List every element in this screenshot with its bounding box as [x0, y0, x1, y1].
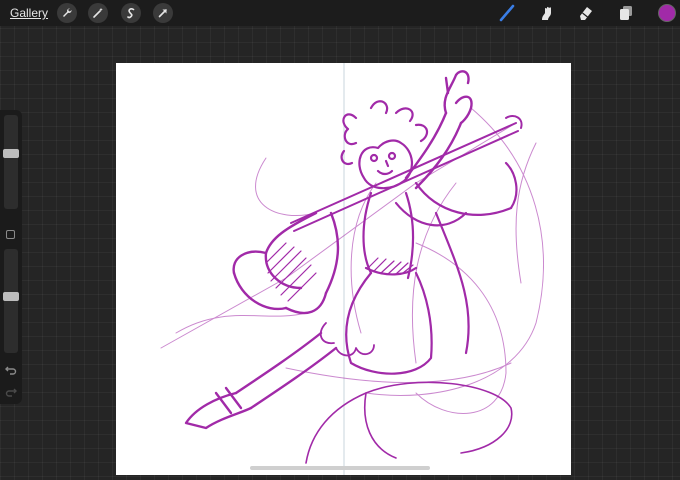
top-toolbar: Gallery: [0, 0, 680, 26]
eraser-icon[interactable]: [576, 4, 596, 22]
modify-button[interactable]: [6, 230, 15, 239]
selection-icon[interactable]: [121, 3, 141, 23]
redo-icon[interactable]: [5, 384, 17, 402]
opacity-slider[interactable]: [3, 249, 19, 353]
opacity-slider-knob[interactable]: [3, 291, 19, 301]
color-picker-button[interactable]: [658, 4, 676, 22]
magic-wand-icon[interactable]: [88, 3, 108, 23]
undo-icon[interactable]: [5, 362, 17, 380]
home-indicator: [250, 466, 430, 470]
drawing-canvas[interactable]: [116, 63, 571, 475]
smudge-icon[interactable]: [537, 4, 557, 22]
left-sidebar: [0, 110, 22, 404]
brush-icon[interactable]: [497, 4, 517, 22]
sketch-artwork: [160, 63, 544, 475]
gallery-button[interactable]: Gallery: [10, 6, 48, 20]
layers-icon[interactable]: [616, 4, 636, 22]
wrench-icon[interactable]: [57, 3, 77, 23]
transform-arrow-icon[interactable]: [153, 3, 173, 23]
brush-size-slider-knob[interactable]: [3, 149, 19, 158]
brush-size-slider[interactable]: [3, 115, 19, 209]
